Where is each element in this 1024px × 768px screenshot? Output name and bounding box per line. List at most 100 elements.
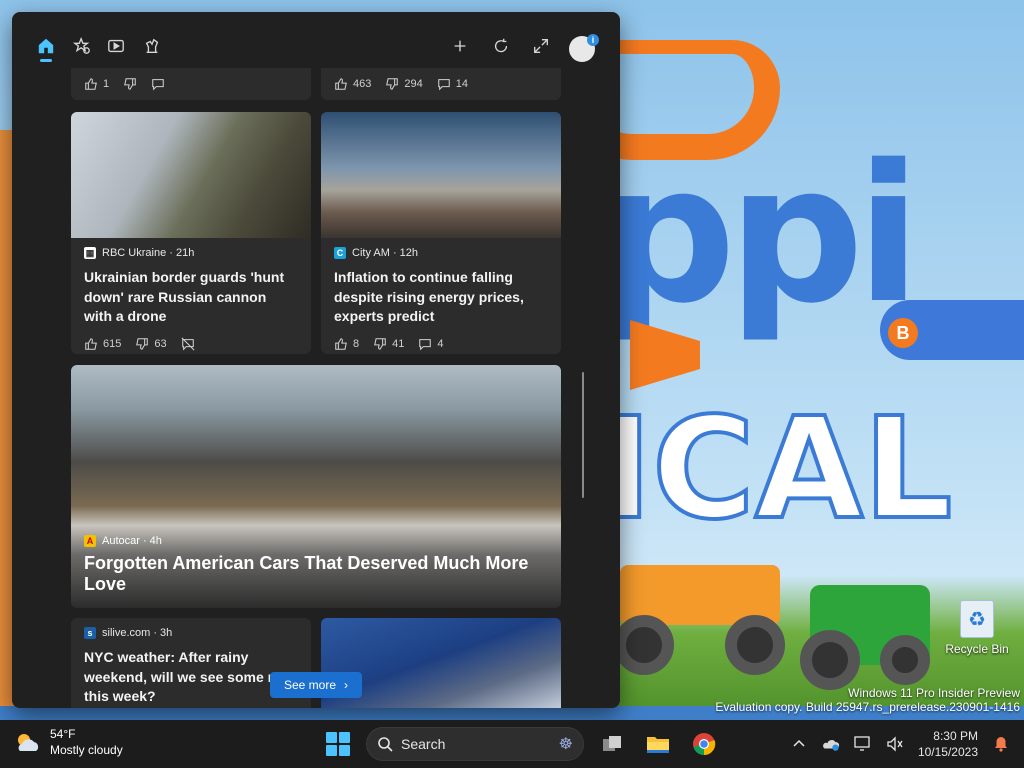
like-count: 1: [103, 78, 110, 90]
news-card[interactable]: 463 294 14: [321, 68, 561, 100]
chevron-right-icon: ›: [344, 678, 349, 692]
wallpaper-decoration: [800, 630, 860, 690]
play-icon[interactable]: [104, 34, 128, 58]
wallpaper-decoration: [880, 635, 930, 685]
like-button[interactable]: 615: [84, 337, 121, 351]
news-card-hero[interactable]: A Autocar · 4h Forgotten American Cars T…: [71, 365, 561, 608]
task-view-icon[interactable]: [594, 726, 630, 762]
thumbs-up-icon: [335, 78, 347, 90]
like-count: 8: [353, 337, 360, 350]
scrollbar-thumb[interactable]: [582, 372, 584, 498]
article-headline[interactable]: Inflation to continue falling despite ri…: [334, 268, 548, 327]
source-label: Autocar · 4h: [102, 535, 162, 547]
thumbs-down-icon: [374, 337, 386, 350]
dislike-count: 63: [154, 337, 167, 350]
card-actions: 615 63: [84, 331, 298, 355]
source-logo-icon: s: [84, 627, 96, 639]
taskbar-search[interactable]: Search ☸: [366, 727, 584, 761]
comment-button[interactable]: 4: [418, 337, 444, 351]
weather-widget[interactable]: 54°F Mostly cloudy: [14, 727, 123, 757]
dislike-button[interactable]: 41: [373, 337, 404, 351]
source-logo-icon: A: [84, 535, 96, 547]
source-label: silive.com · 3h: [102, 627, 173, 639]
article-image: [71, 112, 311, 238]
cloud-sun-icon: [14, 731, 42, 753]
windows-logo-icon: [326, 732, 337, 743]
windows-logo-icon: [339, 745, 350, 756]
expand-icon[interactable]: [529, 34, 553, 58]
taskbar-center: Search ☸: [320, 726, 722, 762]
watermark-line: Evaluation copy. Build 25947.rs_prerelea…: [715, 700, 1020, 714]
start-button[interactable]: [320, 726, 356, 762]
add-icon[interactable]: [448, 34, 472, 58]
like-count: 463: [353, 78, 372, 90]
article-headline[interactable]: Forgotten American Cars That Deserved Mu…: [84, 553, 561, 595]
news-card[interactable]: 1: [71, 68, 311, 100]
comment-off-icon: [181, 337, 195, 351]
wallpaper-decoration: ppi: [600, 124, 921, 345]
thumbs-down-icon: [136, 337, 149, 350]
recycle-bin-label: Recycle Bin: [945, 642, 1009, 656]
comment-count: 14: [455, 78, 468, 90]
source-logo-icon: C: [334, 247, 346, 259]
volume-muted-icon[interactable]: [886, 735, 904, 753]
like-button[interactable]: 1: [84, 77, 109, 91]
dislike-button[interactable]: 63: [135, 337, 167, 351]
dislike-count: 294: [404, 78, 423, 90]
notification-bell-icon[interactable]: [992, 735, 1010, 753]
file-explorer-icon[interactable]: [640, 726, 676, 762]
wallpaper-decoration: [725, 615, 785, 675]
display-icon[interactable]: [854, 735, 872, 753]
card-actions: 463 294 14: [334, 68, 548, 100]
clock-time: 8:30 PM: [933, 729, 978, 743]
article-source: ▦ RBC Ukraine · 21h: [84, 238, 298, 268]
thumbs-down-icon: [386, 78, 399, 90]
home-icon[interactable]: [34, 34, 58, 58]
windows-logo-icon: [326, 745, 337, 756]
article-headline[interactable]: Ukrainian border guards 'hunt down' rare…: [84, 268, 298, 327]
comment-disabled-button[interactable]: [181, 337, 195, 351]
clock-date: 10/15/2023: [917, 745, 978, 759]
recycle-bin[interactable]: ♻ Recycle Bin: [944, 600, 1010, 656]
wallpaper-decoration: B: [888, 318, 918, 348]
source-logo-icon: ▦: [84, 247, 96, 259]
onedrive-icon[interactable]: [822, 735, 840, 753]
article-headline[interactable]: NYC weather: After rainy weekend, will w…: [84, 648, 298, 707]
refresh-icon[interactable]: [489, 34, 513, 58]
article-source: C City AM · 12h: [334, 238, 548, 268]
active-tab-indicator: [40, 59, 52, 62]
system-tray: 8:30 PM 10/15/2023: [790, 720, 1024, 768]
chevron-up-icon[interactable]: [790, 735, 808, 753]
windows-watermark: Windows 11 Pro Insider Preview Evaluatio…: [715, 686, 1020, 714]
search-highlight-icon: ☸: [558, 736, 573, 753]
news-card[interactable]: C City AM · 12h Inflation to continue fa…: [321, 112, 561, 354]
search-placeholder: Search: [401, 736, 446, 752]
like-button[interactable]: 8: [334, 337, 359, 351]
windows-logo-icon: [339, 732, 350, 743]
comment-button[interactable]: 14: [437, 77, 468, 91]
article-source: A Autocar · 4h: [84, 535, 162, 547]
see-more-button[interactable]: See more ›: [270, 672, 362, 698]
see-more-label: See more: [283, 678, 337, 692]
avatar-badge: i: [587, 34, 599, 46]
search-icon: [378, 737, 393, 752]
chess-icon[interactable]: [140, 34, 164, 58]
comment-button[interactable]: [151, 77, 165, 91]
comment-icon: [419, 338, 432, 351]
comment-icon: [152, 79, 164, 91]
thumbs-up-icon: [85, 337, 97, 350]
comment-count: 4: [437, 337, 444, 350]
star-icon[interactable]: [70, 34, 94, 58]
like-button[interactable]: 463: [334, 77, 371, 91]
taskbar-clock[interactable]: 8:30 PM 10/15/2023: [918, 728, 978, 760]
wallpaper-decoration: ICAL: [598, 388, 954, 551]
watermark-line: Windows 11 Pro Insider Preview: [848, 686, 1020, 700]
comment-icon: [437, 79, 450, 91]
thumbs-down-icon: [124, 78, 136, 90]
news-card[interactable]: ▦ RBC Ukraine · 21h Ukrainian border gua…: [71, 112, 311, 354]
dislike-button[interactable]: [123, 77, 137, 91]
card-actions: 1: [84, 68, 298, 100]
chrome-icon[interactable]: [686, 726, 722, 762]
dislike-button[interactable]: 294: [385, 77, 423, 91]
taskbar: 54°F Mostly cloudy Search ☸ 8:30 PM 10/1…: [0, 720, 1024, 768]
